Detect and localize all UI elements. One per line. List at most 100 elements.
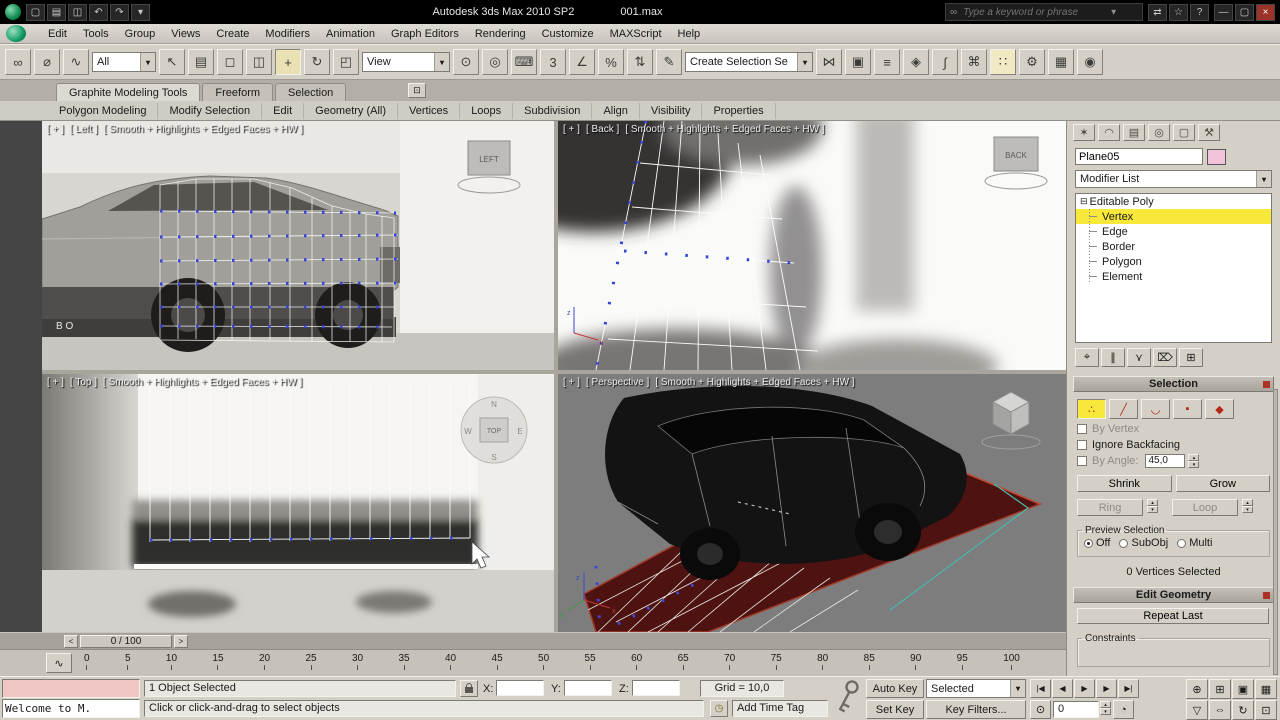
maxscript-mini-listener-top[interactable]: [2, 679, 140, 698]
menu-item[interactable]: Views: [163, 26, 208, 42]
preview-off-radio[interactable]: Off: [1084, 537, 1110, 549]
menu-item[interactable]: Customize: [534, 26, 602, 42]
angle-snap-icon[interactable]: ∠: [569, 49, 595, 75]
viewport-menu-general[interactable]: [ + ]: [47, 124, 64, 135]
go-to-start-button[interactable]: |◀: [1030, 679, 1051, 698]
search-box[interactable]: ∞ ▾: [945, 3, 1143, 21]
workspace-dropdown-icon[interactable]: ▾: [131, 3, 150, 21]
stack-polygon[interactable]: Polygon: [1076, 254, 1271, 269]
x-coordinate-field[interactable]: [496, 680, 544, 696]
track-bar[interactable]: ∿ 0 5 10 15 20 25 30 35 40 45 50 55 60 65 70 75 80 85 90 95…: [0, 649, 1066, 676]
save-file-icon[interactable]: ◫: [68, 3, 87, 21]
set-key-button[interactable]: Set Key: [866, 700, 924, 719]
layer-manager-icon[interactable]: ≡: [874, 49, 900, 75]
viewport-menu-shading[interactable]: [ Smooth + Highlights + Edged Faces + HW…: [103, 377, 302, 388]
ring-button[interactable]: Ring: [1077, 499, 1143, 516]
zoom-icon[interactable]: ⊕: [1186, 679, 1208, 699]
orbit-icon[interactable]: ↻: [1232, 700, 1254, 720]
viewport-menu-shading[interactable]: [ Smooth + Highlights + Edged Faces + HW…: [655, 377, 854, 388]
element-subobject-icon[interactable]: ◆: [1205, 399, 1234, 419]
by-angle-spinner[interactable]: ▴ ▾: [1188, 454, 1200, 468]
restore-button[interactable]: ▢: [1235, 3, 1254, 21]
ring-spinner[interactable]: ▴ ▾: [1147, 499, 1158, 516]
modify-tab-icon[interactable]: ◠: [1098, 124, 1120, 141]
select-and-move-icon[interactable]: +: [275, 49, 301, 75]
time-slider-handle[interactable]: 0 / 100: [80, 634, 172, 648]
loop-button[interactable]: Loop: [1172, 499, 1238, 516]
field-of-view-icon[interactable]: ▽: [1186, 700, 1208, 720]
ribbon-panel-title[interactable]: Properties: [702, 102, 776, 119]
modifier-list-dropdown[interactable]: Modifier List ▾: [1075, 170, 1272, 188]
shrink-button[interactable]: Shrink: [1077, 475, 1172, 492]
viewport-menu-pov[interactable]: [ Perspective ]: [586, 377, 649, 388]
render-setup-icon[interactable]: ⚙: [1019, 49, 1045, 75]
utilities-tab-icon[interactable]: ⚒: [1198, 124, 1220, 141]
stack-edge[interactable]: Edge: [1076, 224, 1271, 239]
modifier-stack[interactable]: ⊟ Editable Poly Vertex Edge Border Polygo…: [1075, 193, 1272, 343]
menu-item[interactable]: Group: [117, 26, 164, 42]
percent-snap-icon[interactable]: %: [598, 49, 624, 75]
preview-subobj-radio[interactable]: SubObj: [1119, 537, 1168, 549]
viewport-back[interactable]: x z BACK [ + ] [ Back ] [ Smooth + Highl…: [558, 121, 1066, 370]
by-angle-checkbox[interactable]: By Angle:: [1077, 455, 1138, 467]
y-coordinate-field[interactable]: [564, 680, 612, 696]
make-unique-icon[interactable]: ⋎: [1127, 348, 1151, 367]
zoom-extents-all-icon[interactable]: ▦: [1255, 679, 1277, 699]
selected-set-dropdown[interactable]: Selected ▾: [926, 679, 1026, 698]
select-object-icon[interactable]: ↖: [159, 49, 185, 75]
next-frame-arrow[interactable]: >: [174, 634, 188, 648]
display-tab-icon[interactable]: ▢: [1173, 124, 1195, 141]
selection-lock-toggle[interactable]: [460, 680, 478, 697]
spinner-snap-icon[interactable]: ⇅: [627, 49, 653, 75]
motion-tab-icon[interactable]: ◎: [1148, 124, 1170, 141]
stack-border[interactable]: Border: [1076, 239, 1271, 254]
bind-to-space-warp-icon[interactable]: ∿: [63, 49, 89, 75]
tab-selection[interactable]: Selection: [275, 83, 347, 101]
time-slider[interactable]: < 0 / 100 >: [0, 632, 1066, 649]
next-frame-button[interactable]: ▶: [1096, 679, 1117, 698]
ignore-backfacing-checkbox[interactable]: Ignore Backfacing: [1067, 435, 1280, 451]
viewport-menu-general[interactable]: [ + ]: [563, 124, 580, 135]
play-button[interactable]: ▶: [1074, 679, 1095, 698]
window-crossing-icon[interactable]: ◫: [246, 49, 272, 75]
key-mode-toggle-button[interactable]: ⊙: [1030, 700, 1051, 719]
new-file-icon[interactable]: ▢: [26, 3, 45, 21]
viewport-left[interactable]: B O LEFT [ + ] [ Left ] [ Smooth + Highl…: [42, 121, 554, 370]
frame-spinner[interactable]: ▴ ▾: [1100, 701, 1111, 715]
help-icon[interactable]: ?: [1190, 3, 1209, 21]
viewport-menu-pov[interactable]: [ Top ]: [70, 377, 97, 388]
select-by-name-icon[interactable]: ▤: [188, 49, 214, 75]
curve-editor-icon[interactable]: ∫: [932, 49, 958, 75]
edge-subobject-icon[interactable]: ╱: [1109, 399, 1138, 419]
previous-frame-arrow[interactable]: <: [64, 634, 78, 648]
repeat-last-button[interactable]: Repeat Last: [1077, 608, 1269, 624]
ribbon-panel-title[interactable]: Geometry (All): [304, 102, 399, 119]
configure-modifier-sets-icon[interactable]: ⊞: [1179, 348, 1203, 367]
ribbon-panel-title[interactable]: Modify Selection: [158, 102, 263, 119]
previous-frame-button[interactable]: ◀: [1052, 679, 1073, 698]
menu-item[interactable]: Rendering: [467, 26, 534, 42]
menu-item[interactable]: Tools: [75, 26, 117, 42]
use-pivot-center-icon[interactable]: ⊙: [453, 49, 479, 75]
maximize-viewport-icon[interactable]: ⊡: [1255, 700, 1277, 720]
by-vertex-checkbox[interactable]: By Vertex: [1067, 419, 1280, 435]
open-file-icon[interactable]: ▤: [47, 3, 66, 21]
pin-stack-icon[interactable]: ⌖: [1075, 348, 1099, 367]
viewport-menu-pov[interactable]: [ Left ]: [70, 124, 98, 135]
selection-rollout-header[interactable]: Selection: [1073, 376, 1274, 392]
time-tag-icon[interactable]: ◷: [710, 700, 728, 717]
menu-item[interactable]: Help: [670, 26, 709, 42]
ribbon-panel-title[interactable]: Visibility: [640, 102, 703, 119]
select-and-scale-icon[interactable]: ◰: [333, 49, 359, 75]
viewcube-compass[interactable]: TOP N E S W: [460, 396, 528, 464]
tab-graphite-modeling-tools[interactable]: Graphite Modeling Tools: [56, 83, 201, 101]
chevron-down-icon[interactable]: ▾: [1111, 7, 1116, 18]
border-subobject-icon[interactable]: ◡: [1141, 399, 1170, 419]
time-configuration-button[interactable]: ◔: [1113, 700, 1134, 719]
pan-icon[interactable]: ⇔: [1209, 700, 1231, 720]
app-logo-icon[interactable]: [6, 25, 26, 42]
search-input[interactable]: [961, 5, 1108, 19]
object-color-swatch[interactable]: [1207, 148, 1226, 165]
schematic-view-icon[interactable]: ⌘: [961, 49, 987, 75]
select-and-rotate-icon[interactable]: ↻: [304, 49, 330, 75]
